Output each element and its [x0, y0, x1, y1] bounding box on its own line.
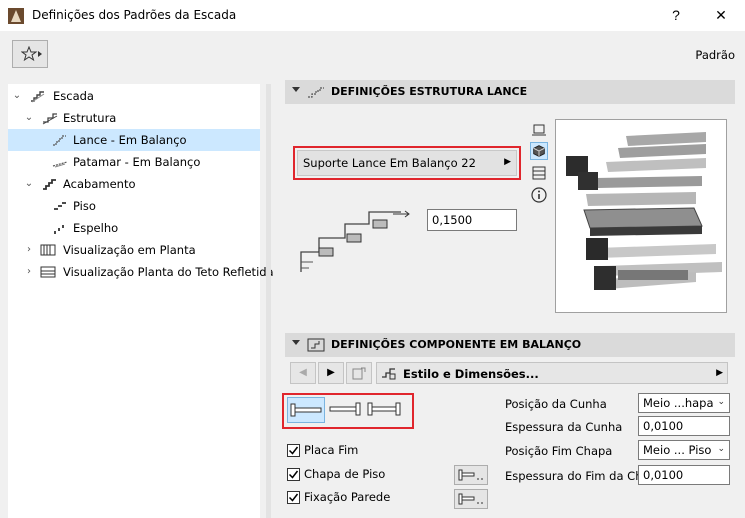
tree-item-espelho[interactable]: Espelho [8, 217, 260, 239]
caret-right-icon: ▶ [504, 156, 511, 166]
cantilever-component-icon [307, 338, 325, 352]
tree-item-escada[interactable]: ⌄ Escada [8, 85, 260, 107]
structure-icon [42, 113, 58, 125]
tree-item-label: Estrutura [63, 111, 117, 125]
plate-end-thickness-input[interactable]: 0,0100 [638, 465, 730, 485]
chevron-down-icon: ⌄ [717, 397, 725, 407]
wall-mount-left-icon [290, 403, 322, 417]
ceiling-plan-icon [40, 266, 56, 278]
close-button[interactable]: ✕ [701, 0, 741, 31]
section-title: DEFINIÇÕES COMPONENTE EM BALANÇO [331, 338, 582, 351]
end-plate-checkbox[interactable] [287, 444, 300, 457]
previous-button[interactable]: ◀ [290, 362, 316, 384]
cantilever-schematic-icon [300, 210, 410, 272]
section-header-flight-structure[interactable]: DEFINIÇÕES ESTRUTURA LANCE [285, 80, 735, 104]
tree-item-patamar-em-balanco[interactable]: Patamar - Em Balanço [8, 151, 260, 173]
wall-mount-type-3-button[interactable] [366, 397, 404, 423]
flight-structure-icon [308, 87, 324, 98]
tree-item-estrutura[interactable]: ⌄ Estrutura [8, 107, 260, 129]
support-profile-button[interactable]: Suporte Lance Em Balanço 22 ▶ [297, 150, 517, 176]
tree-item-lance-em-balanco[interactable]: Lance - Em Balanço [8, 129, 260, 151]
collapse-arrow-icon[interactable] [292, 340, 300, 345]
tree-item-acabamento[interactable]: ⌄ Acabamento [8, 173, 260, 195]
chevron-down-icon[interactable]: ⌄ [24, 173, 34, 195]
chevron-down-icon: ⌄ [717, 444, 725, 454]
favorites-button[interactable] [12, 40, 48, 68]
tree-item-visualizacao-planta[interactable]: › Visualização em Planta [8, 239, 260, 261]
style-dimensions-bar[interactable]: Estilo e Dimensões... ▶ [376, 362, 728, 384]
tree-item-label: Visualização Planta do Teto Refletida [63, 265, 274, 279]
riser-icon [54, 225, 64, 234]
floor-plate-label: Chapa de Piso [304, 467, 386, 481]
section-header-cantilever-component[interactable]: DEFINIÇÕES COMPONENTE EM BALANÇO [285, 333, 735, 357]
edit-style-icon [352, 367, 366, 380]
section-view-icon[interactable] [530, 164, 548, 182]
wall-mount-both-icon [367, 402, 401, 416]
wedge-position-select[interactable]: Meio ...hapa ⌄ [638, 393, 730, 413]
wall-mount-right-icon [329, 402, 361, 416]
wall-fixing-checkbox[interactable] [287, 491, 300, 504]
settings-list-icon [382, 368, 396, 380]
tree-item-label: Acabamento [63, 177, 136, 191]
floor-plate-checkbox[interactable] [287, 468, 300, 481]
tree-item-label: Escada [53, 89, 94, 103]
stair-3d-preview [555, 119, 727, 313]
style-dimensions-label: Estilo e Dimensões... [403, 367, 539, 381]
wall-fixing-label: Fixação Parede [304, 490, 391, 504]
settings-tree: ⌄ Escada ⌄ Estrutura Lance - Em Balanço … [8, 84, 274, 518]
chevron-right-icon[interactable]: › [24, 239, 34, 261]
thickness-input[interactable]: 0,1500 [427, 209, 517, 231]
floor-plate-settings-button[interactable] [454, 465, 488, 485]
wedge-position-label: Posição da Cunha [505, 397, 607, 411]
wedge-thickness-label: Espessura da Cunha [505, 420, 623, 434]
tree-item-label: Lance - Em Balanço [73, 133, 187, 147]
chevron-down-icon[interactable]: ⌄ [24, 107, 34, 129]
tree-item-planta-teto[interactable]: › Visualização Planta do Teto Refletida [8, 261, 274, 283]
info-icon[interactable] [530, 186, 548, 204]
preset-label: Padrão [695, 48, 735, 62]
plate-end-position-value: Meio ... Piso [643, 443, 712, 457]
next-button[interactable]: ▶ [318, 362, 344, 384]
wall-fixing-icon [458, 493, 483, 505]
wall-mount-type-1-button[interactable] [287, 397, 325, 423]
panel-splitter[interactable] [266, 84, 271, 518]
profile-button-label: Suporte Lance Em Balanço 22 [303, 156, 476, 170]
floor-plan-view-icon[interactable] [530, 121, 548, 139]
title-bar: Definições dos Padrões da Escada ? ✕ [0, 0, 745, 31]
finish-icon [43, 179, 56, 190]
collapse-arrow-icon[interactable] [292, 87, 300, 92]
star-arrow-icon [21, 46, 42, 62]
wedge-thickness-input[interactable]: 0,0100 [638, 416, 730, 436]
plan-view-icon [40, 244, 56, 256]
3d-view-icon[interactable] [530, 142, 548, 160]
wall-fixing-settings-button[interactable] [454, 489, 488, 509]
landing-icon [52, 161, 68, 168]
plate-end-position-select[interactable]: Meio ... Piso ⌄ [638, 440, 730, 460]
tree-item-piso[interactable]: Piso [8, 195, 260, 217]
chevron-right-icon[interactable]: › [24, 261, 34, 283]
plate-end-position-label: Posição Fim Chapa [505, 444, 613, 458]
plate-end-thickness-label: Espessura do Fim da Ch... [505, 469, 654, 483]
tread-icon [54, 202, 66, 210]
app-icon [8, 8, 24, 24]
stair-preview-image [566, 132, 722, 290]
help-button[interactable]: ? [656, 0, 696, 31]
stair-icon [31, 91, 45, 103]
flight-icon [53, 135, 66, 146]
caret-right-icon: ▶ [716, 367, 723, 377]
tree-item-label: Piso [73, 199, 96, 213]
section-title: DEFINIÇÕES ESTRUTURA LANCE [331, 85, 528, 98]
wedge-position-value: Meio ...hapa [643, 396, 714, 410]
wall-mount-type-2-button[interactable] [326, 397, 364, 423]
window-title: Definições dos Padrões da Escada [32, 8, 237, 22]
tree-item-label: Patamar - Em Balanço [73, 155, 201, 169]
tree-item-label: Visualização em Planta [63, 243, 196, 257]
edit-style-button[interactable] [346, 362, 372, 384]
tree-item-label: Espelho [73, 221, 119, 235]
chevron-down-icon[interactable]: ⌄ [12, 85, 22, 107]
end-plate-label: Placa Fim [304, 443, 359, 457]
floor-plate-icon [458, 469, 483, 481]
